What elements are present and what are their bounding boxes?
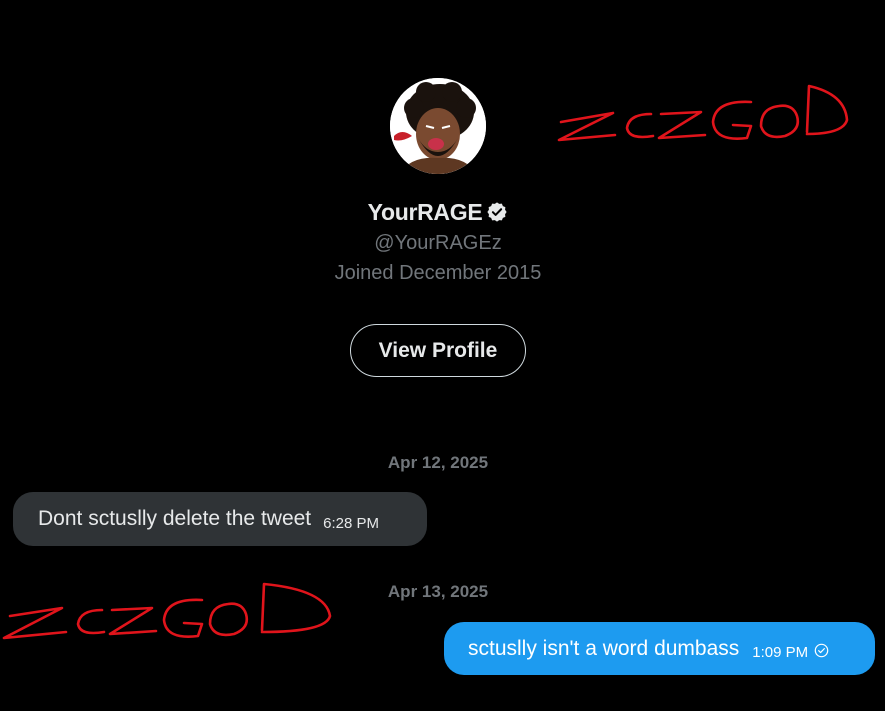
verified-badge-icon	[486, 201, 508, 229]
message-text: Dont sctuslly delete the tweet	[38, 507, 312, 530]
message-text: sctuslly isn't a word dumbass	[468, 636, 740, 660]
profile-display-name: YourRAGE	[367, 199, 483, 225]
view-profile-button[interactable]: View Profile	[350, 324, 526, 377]
date-separator: Apr 12, 2025	[387, 453, 489, 472]
avatar-image	[390, 78, 486, 174]
dm-conversation-view: YourRAGE @YourRAGEz Joined December 2015…	[0, 0, 885, 711]
handwritten-scribble-top	[557, 84, 849, 142]
profile-joined-date: Joined December 2015	[334, 262, 542, 284]
message-bubble-sent[interactable]: sctuslly isn't a word dumbass 1:09 PM	[444, 622, 875, 675]
profile-name-row: YourRAGE	[0, 199, 876, 229]
profile-handle: @YourRAGEz	[374, 232, 502, 254]
date-separator: Apr 13, 2025	[387, 582, 489, 601]
message-timestamp: 1:09 PM	[752, 644, 809, 661]
message-bubble-received[interactable]: Dont sctuslly delete the tweet 6:28 PM	[13, 492, 427, 546]
profile-avatar[interactable]	[390, 78, 486, 174]
message-timestamp: 6:28 PM	[323, 514, 380, 532]
seen-check-icon	[814, 643, 829, 663]
